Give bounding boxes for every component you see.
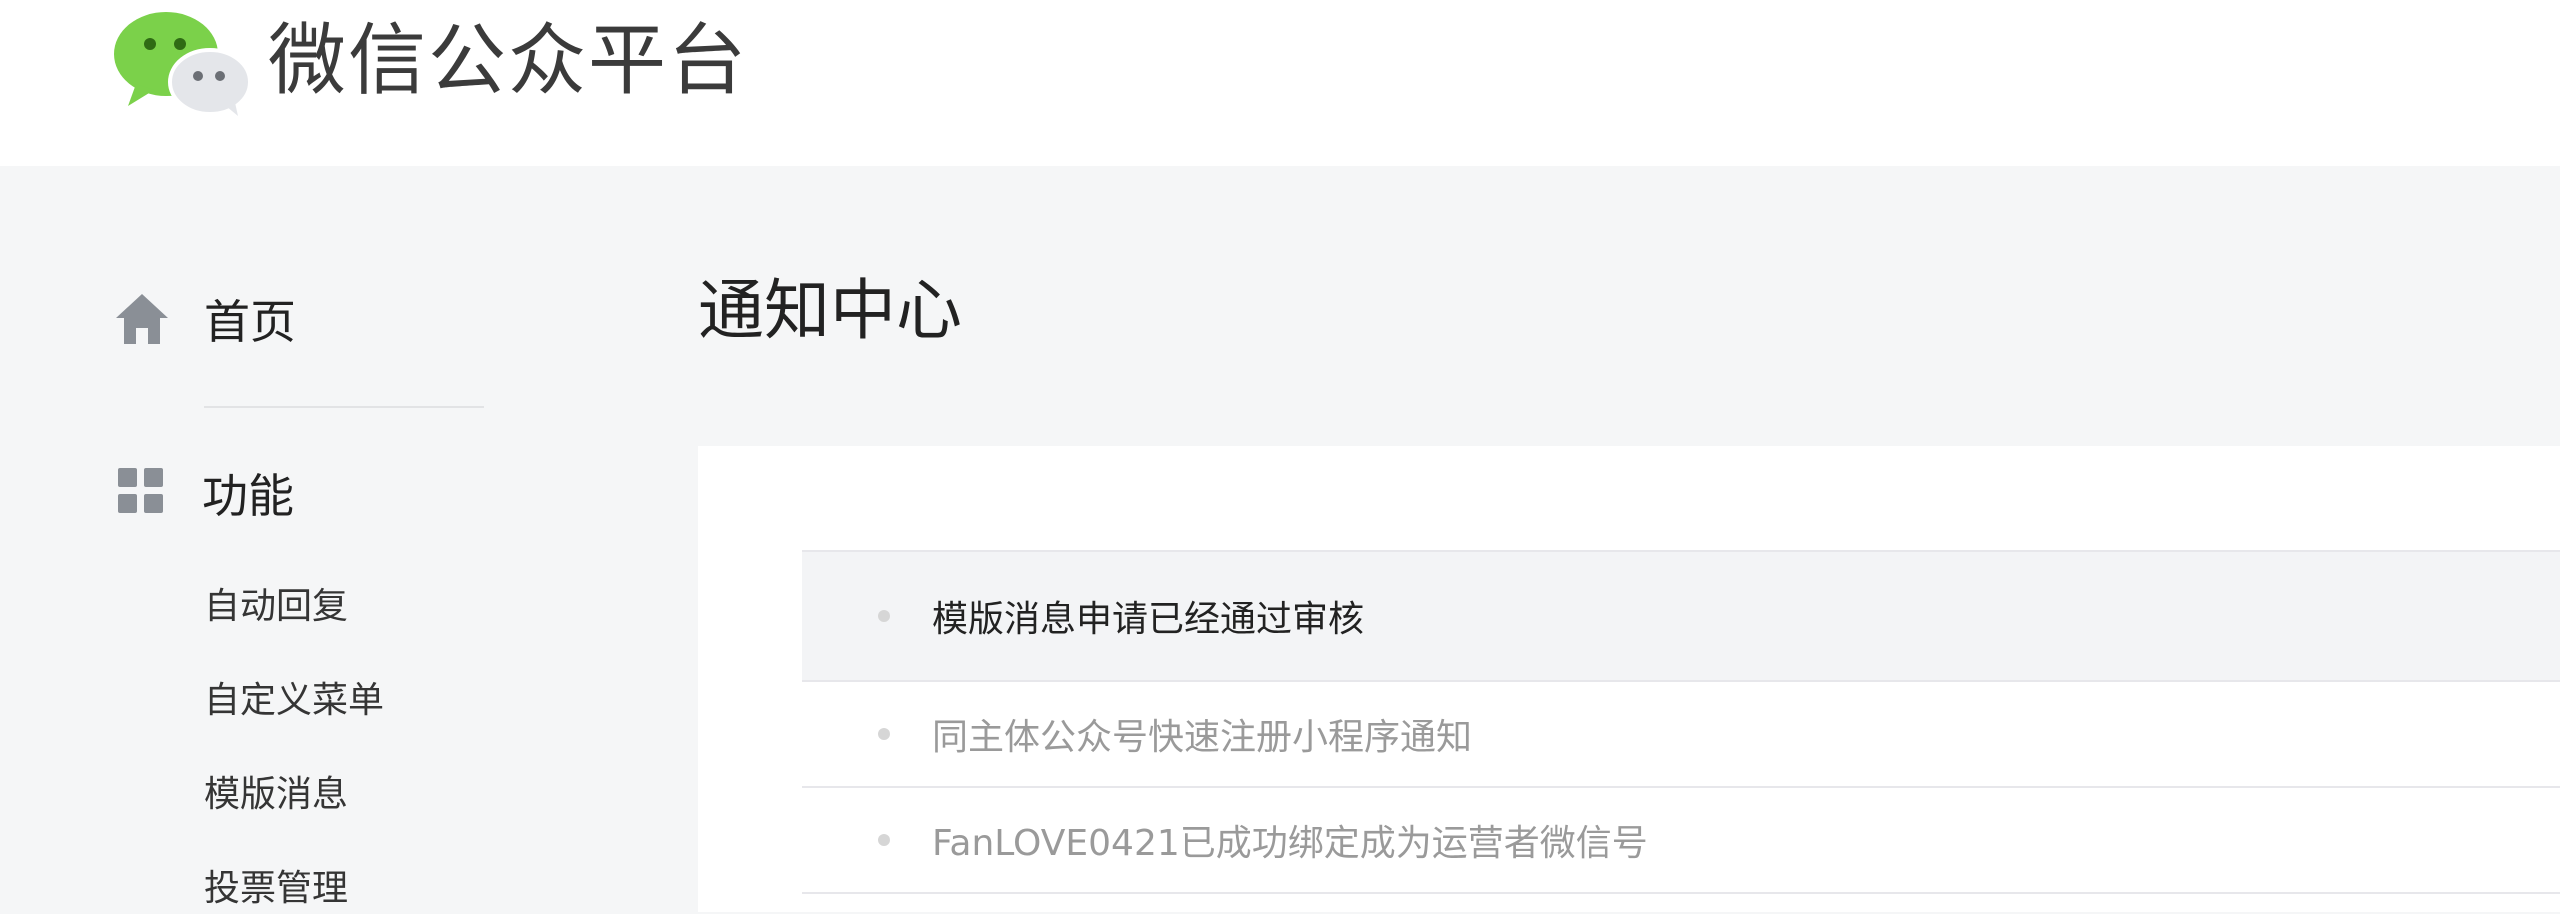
sidebar-item-template-messages[interactable]: 模版消息 — [204, 770, 348, 820]
notification-panel: 模版消息申请已经通过审核 同主体公众号快速注册小程序通知 FanLOVE0421… — [698, 446, 2560, 912]
notification-text: FanLOVE0421已成功绑定成为运营者微信号 — [932, 823, 1648, 864]
sidebar-item-auto-reply[interactable]: 自动回复 — [204, 582, 348, 632]
sidebar-section-label: 功能 — [202, 469, 294, 523]
grid-icon — [118, 468, 164, 518]
notification-text: 模版消息申请已经通过审核 — [932, 599, 1365, 640]
notification-item[interactable]: 同主体公众号快速注册小程序通知 — [802, 682, 2560, 788]
top-header: 微信公众平台 — [0, 0, 2560, 166]
sidebar: 首页 功能 自动回复 自定义菜单 模版消息 投票管理 — [0, 166, 640, 912]
bullet-icon — [878, 610, 890, 622]
sidebar-item-vote-management[interactable]: 投票管理 — [204, 864, 348, 914]
home-icon — [114, 292, 170, 346]
sidebar-item-label: 首页 — [204, 295, 296, 349]
sidebar-divider — [204, 406, 484, 408]
notification-item[interactable]: FanLOVE0421已成功绑定成为运营者微信号 — [802, 788, 2560, 894]
notification-item[interactable]: 模版消息申请已经通过审核 — [802, 550, 2560, 682]
bullet-icon — [878, 834, 890, 846]
sidebar-item-home[interactable]: 首页 — [114, 282, 296, 356]
sidebar-section-features: 功能 — [118, 456, 294, 530]
sidebar-item-custom-menu[interactable]: 自定义菜单 — [204, 676, 384, 726]
notification-list: 模版消息申请已经通过审核 同主体公众号快速注册小程序通知 FanLOVE0421… — [802, 550, 2560, 894]
notification-text: 同主体公众号快速注册小程序通知 — [932, 717, 1473, 758]
wechat-logo-icon[interactable] — [114, 10, 252, 118]
brand-title: 微信公众平台 — [268, 16, 749, 106]
bullet-icon — [878, 728, 890, 740]
page-title: 通知中心 — [698, 272, 962, 349]
